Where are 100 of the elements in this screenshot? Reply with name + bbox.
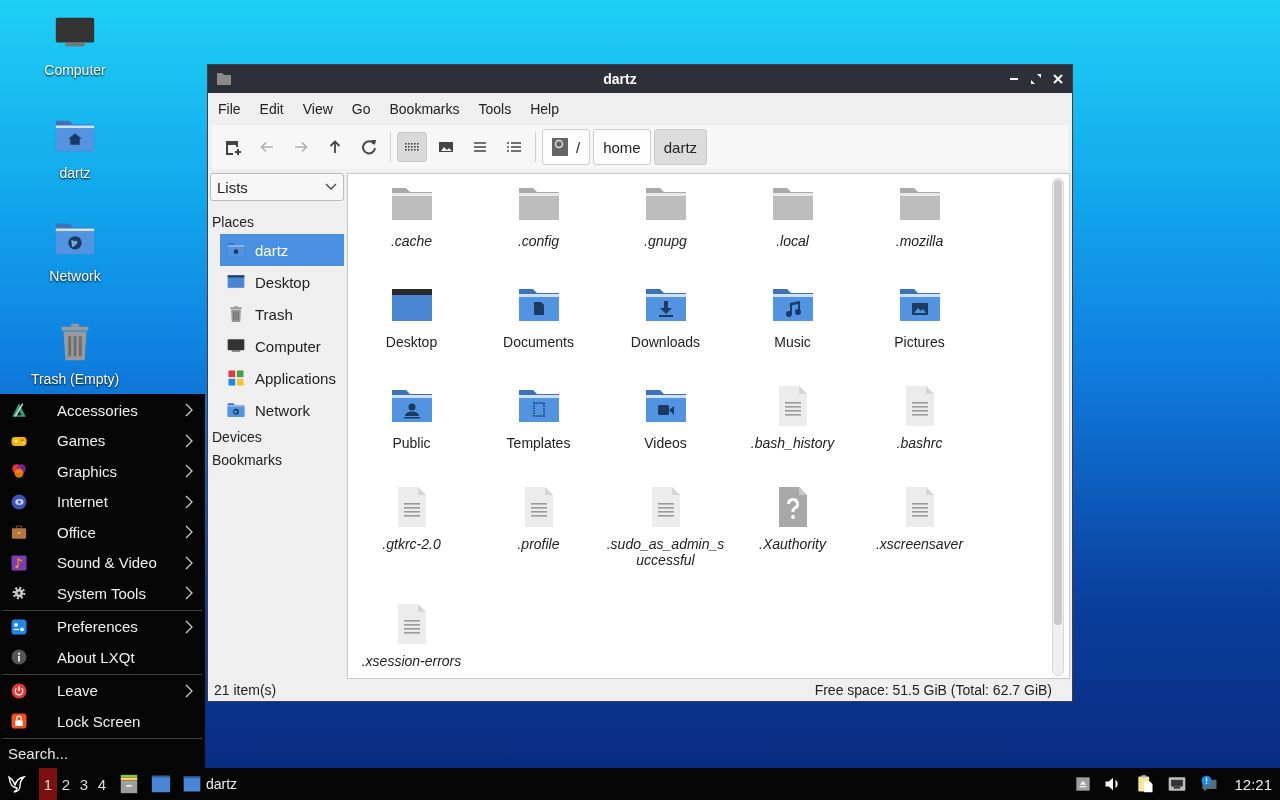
menu-item[interactable]: Edit xyxy=(251,101,292,117)
lines-icon xyxy=(472,139,488,155)
start-menu-item[interactable]: System Tools xyxy=(0,578,205,609)
triangle-ruler-icon xyxy=(10,401,28,420)
desktop-shortcut-label: Computer xyxy=(44,62,106,78)
desktop-shortcut-label: Trash (Empty) xyxy=(30,371,120,387)
ethernet-port-icon[interactable] xyxy=(1167,774,1188,794)
icon-view-entry[interactable]: .sudo_as_admin_successful xyxy=(602,483,729,568)
icon-view-entry[interactable]: .xscreensaver xyxy=(856,483,983,568)
drive-icon xyxy=(552,138,568,156)
up-arrow-icon xyxy=(327,139,343,155)
desktop-icon[interactable] xyxy=(150,773,172,795)
place-item[interactable]: Network xyxy=(220,394,344,426)
chevron-right-icon xyxy=(185,683,193,698)
bird-icon[interactable] xyxy=(6,773,28,795)
info-icon xyxy=(10,648,28,667)
home-folder-icon xyxy=(226,240,246,260)
section-heading[interactable]: Devices xyxy=(210,426,344,449)
chevron-right-icon xyxy=(185,525,193,540)
menu-item[interactable]: Tools xyxy=(470,101,520,117)
folder-icon xyxy=(216,71,232,87)
section-heading[interactable]: Bookmarks xyxy=(210,449,344,472)
task-button[interactable]: dartz xyxy=(178,768,242,800)
menu-item[interactable]: Help xyxy=(522,101,567,117)
start-menu-item[interactable]: Sound & Video xyxy=(0,547,205,578)
clock[interactable]: 12:21 xyxy=(1234,775,1272,793)
icon-view-entry[interactable]: Documents xyxy=(475,281,602,350)
icon-view-entry[interactable]: .bash_history xyxy=(729,382,856,451)
chevron-right-icon xyxy=(185,619,193,634)
icon-view-entry[interactable]: .profile xyxy=(475,483,602,568)
path-button[interactable]: home xyxy=(593,129,651,165)
path-button[interactable]: dartz xyxy=(653,129,708,165)
icon-view-entry[interactable]: .gnupg xyxy=(602,180,729,249)
menu-item[interactable]: File xyxy=(210,101,249,117)
icon-view-entry[interactable]: .gtkrc-2.0 xyxy=(348,483,475,568)
start-menu-item[interactable]: Leave xyxy=(0,675,205,706)
power-icon xyxy=(10,681,28,700)
image-icon xyxy=(438,139,454,155)
chevron-right-icon xyxy=(185,586,193,601)
start-menu-item[interactable]: About LXQt xyxy=(0,642,205,673)
menu-item[interactable]: View xyxy=(294,101,341,117)
start-menu-item[interactable]: Lock Screen xyxy=(0,706,205,737)
chevron-right-icon xyxy=(185,555,193,570)
place-item[interactable]: Trash xyxy=(220,298,344,330)
icon-view-entry[interactable]: .cache xyxy=(348,180,475,249)
workspace-button[interactable]: 2 xyxy=(57,768,75,800)
globe-folder-icon xyxy=(226,400,246,420)
side-pane-dropdown[interactable]: Lists xyxy=(210,173,344,201)
icon-view-entry[interactable]: .xsession-errors xyxy=(348,600,475,669)
start-menu-item[interactable]: Office xyxy=(0,517,205,548)
menu-item[interactable]: Bookmarks xyxy=(381,101,468,117)
start-menu-item[interactable]: Preferences xyxy=(0,611,205,642)
icon-view-entry[interactable]: .bashrc xyxy=(856,382,983,451)
free-space-text: Free space: 51.5 GiB (Total: 62.7 GiB) xyxy=(814,682,1052,698)
icon-view-entry[interactable]: .mozilla xyxy=(856,180,983,249)
workspace-button[interactable]: 1 xyxy=(39,768,57,800)
icon-view-entry[interactable]: Pictures xyxy=(856,281,983,350)
briefcase-icon xyxy=(10,523,28,542)
icon-view-entry[interactable]: .local xyxy=(729,180,856,249)
start-menu-item[interactable]: Games xyxy=(0,425,205,456)
close-icon[interactable] xyxy=(1052,73,1064,85)
list-icon xyxy=(506,139,522,155)
new-tab-icon xyxy=(225,139,241,155)
color-circles-icon xyxy=(10,462,28,481)
right-arrow-icon xyxy=(293,139,309,155)
chevron-down-icon xyxy=(325,183,337,191)
icon-view-entry[interactable]: Desktop xyxy=(348,281,475,350)
eject-icon[interactable] xyxy=(1075,776,1092,792)
icon-view-entry[interactable]: .Xauthority xyxy=(729,483,856,568)
icon-view-entry[interactable]: Templates xyxy=(475,382,602,451)
colored-squares-icon xyxy=(226,368,246,388)
start-menu-item[interactable]: Internet xyxy=(0,486,205,517)
icon-view-entry[interactable]: Music xyxy=(729,281,856,350)
desktop-shortcut-label: Network xyxy=(49,268,101,284)
menu-item[interactable]: Go xyxy=(343,101,379,117)
music-note-icon xyxy=(10,553,28,572)
item-count: 21 item(s) xyxy=(214,682,277,698)
icon-view-entry[interactable]: .config xyxy=(475,180,602,249)
maximize-icon[interactable] xyxy=(1030,73,1042,85)
chevron-right-icon xyxy=(185,464,193,479)
scrollbar[interactable] xyxy=(1052,178,1064,676)
icon-view-entry[interactable]: Downloads xyxy=(602,281,729,350)
place-item[interactable]: Applications xyxy=(220,362,344,394)
clipboard-icon[interactable] xyxy=(1135,774,1156,794)
workspace-button[interactable]: 3 xyxy=(75,768,93,800)
place-item[interactable]: Desktop xyxy=(220,266,344,298)
file-cabinet-icon[interactable] xyxy=(118,773,140,795)
reload-icon xyxy=(361,139,377,155)
start-menu-item[interactable]: Graphics xyxy=(0,456,205,487)
chat-bubble-icon[interactable] xyxy=(1199,774,1220,794)
path-button[interactable]: / xyxy=(542,129,591,165)
place-item[interactable]: Computer xyxy=(220,330,344,362)
start-menu-item[interactable]: Accessories xyxy=(0,395,205,426)
workspace-button[interactable]: 4 xyxy=(93,768,111,800)
section-heading[interactable]: Places xyxy=(210,211,344,234)
globe-icon xyxy=(10,492,28,511)
chevron-right-icon xyxy=(185,494,193,509)
icon-view-entry[interactable]: Public xyxy=(348,382,475,451)
chevron-right-icon xyxy=(185,403,193,418)
icon-view-entry[interactable]: Videos xyxy=(602,382,729,451)
